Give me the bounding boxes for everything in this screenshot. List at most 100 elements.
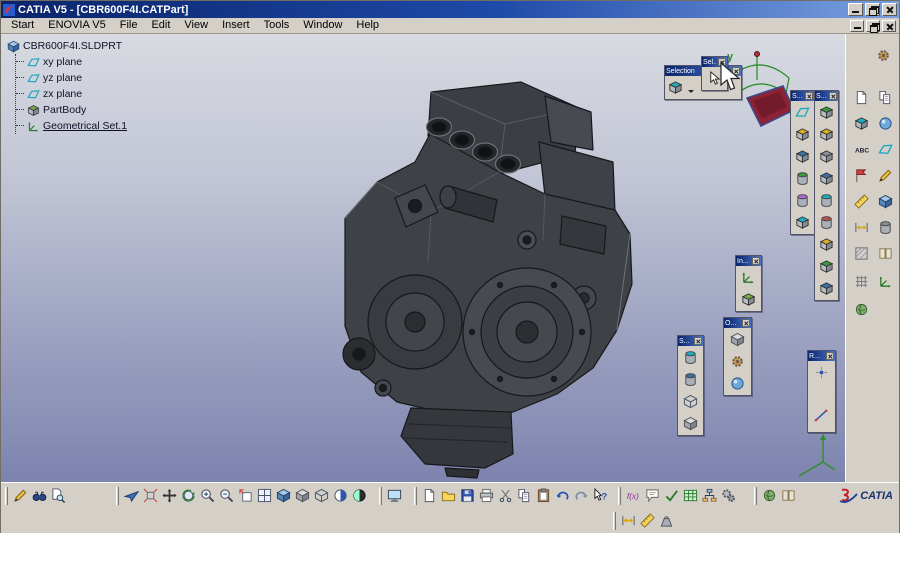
- binoculars-icon[interactable]: [30, 485, 49, 506]
- toolbar-title-bar[interactable]: R...: [808, 351, 835, 361]
- pan-icon[interactable]: [160, 485, 179, 506]
- rotate-icon[interactable]: [179, 485, 198, 506]
- toolbar-title-bar[interactable]: S...: [678, 336, 703, 346]
- apply-material-icon[interactable]: [760, 485, 779, 506]
- gear-icon[interactable]: [872, 44, 894, 66]
- multi-view-icon[interactable]: [255, 485, 274, 506]
- line-icon[interactable]: [812, 405, 831, 426]
- document-close-button[interactable]: [882, 20, 896, 32]
- paste-icon[interactable]: [534, 485, 553, 506]
- cylinder-icon[interactable]: [874, 216, 896, 238]
- toolbar-grip[interactable]: [116, 487, 119, 505]
- tree-item-geometrical-set[interactable]: Geometrical Set.1: [16, 118, 127, 134]
- toolbar-title-bar[interactable]: O...: [724, 318, 751, 328]
- edge-fillet-icon[interactable]: [817, 102, 836, 123]
- copy-icon[interactable]: [515, 485, 534, 506]
- toolbar-title-bar[interactable]: S...: [791, 91, 814, 101]
- iso-cube-icon[interactable]: [874, 190, 896, 212]
- close-icon[interactable]: [742, 319, 750, 327]
- tree-item-yz-plane[interactable]: yz plane: [16, 70, 127, 86]
- close-icon[interactable]: [829, 92, 837, 100]
- menu-help[interactable]: Help: [349, 18, 386, 33]
- ruler-icon[interactable]: [850, 190, 872, 212]
- hide-show-icon[interactable]: [331, 485, 350, 506]
- shaft-icon[interactable]: [793, 168, 812, 189]
- assemble-icon[interactable]: [728, 329, 747, 350]
- tree-item-label[interactable]: zx plane: [43, 88, 82, 100]
- toolbar-reference-elements[interactable]: R...: [807, 350, 836, 433]
- tree-item-label[interactable]: Geometrical Set.1: [43, 120, 127, 132]
- engine-3d-model[interactable]: [299, 70, 644, 482]
- tree-item-partbody[interactable]: PartBody: [16, 102, 127, 118]
- draft-angle-icon[interactable]: [817, 146, 836, 167]
- tree-item-xy-plane[interactable]: xy plane: [16, 54, 127, 70]
- menu-insert[interactable]: Insert: [215, 18, 257, 33]
- shaded-view-icon[interactable]: [293, 485, 312, 506]
- title-bar[interactable]: CATIA V5 - [CBR600F4I.CATPart]: [1, 1, 899, 18]
- swap-visible-space-icon[interactable]: [350, 485, 369, 506]
- mirror-icon[interactable]: [817, 256, 836, 277]
- thickness-icon[interactable]: [817, 190, 836, 211]
- formula-icon[interactable]: f(x): [624, 485, 643, 506]
- rectangular-pattern-icon[interactable]: [817, 234, 836, 255]
- toolbar-sketch-features[interactable]: S...: [790, 90, 815, 235]
- tree-root-label[interactable]: CBR600F4I.SLDPRT: [23, 40, 122, 52]
- grid-icon[interactable]: [850, 270, 872, 292]
- document-minimize-button[interactable]: [850, 20, 864, 32]
- tree-item-label[interactable]: yz plane: [43, 72, 82, 84]
- pocket-icon[interactable]: [793, 146, 812, 167]
- axis-system-icon[interactable]: [874, 270, 896, 292]
- plane-icon[interactable]: [874, 138, 896, 160]
- fly-mode-icon[interactable]: [122, 485, 141, 506]
- copy-icon[interactable]: [874, 86, 896, 108]
- whats-this-icon[interactable]: [591, 485, 610, 506]
- save-icon[interactable]: [458, 485, 477, 506]
- shading-with-edges-icon[interactable]: [681, 369, 700, 390]
- check-analysis-icon[interactable]: [662, 485, 681, 506]
- chevron-down-icon[interactable]: [688, 90, 694, 96]
- toolbar-grip[interactable]: [618, 487, 621, 505]
- close-icon[interactable]: [805, 92, 813, 100]
- sphere-icon[interactable]: [874, 112, 896, 134]
- search-page-icon[interactable]: [49, 485, 68, 506]
- open-icon[interactable]: [439, 485, 458, 506]
- measure-inertia-icon[interactable]: [657, 510, 676, 531]
- tree-item-zx-plane[interactable]: zx plane: [16, 86, 127, 102]
- menu-tools[interactable]: Tools: [257, 18, 297, 33]
- union-icon[interactable]: [728, 351, 747, 372]
- hatch-icon[interactable]: [850, 242, 872, 264]
- menu-file[interactable]: File: [113, 18, 145, 33]
- axis-system-icon[interactable]: [739, 267, 758, 288]
- close-icon[interactable]: [752, 257, 760, 265]
- selection-sets-icon[interactable]: [666, 77, 685, 98]
- menu-view[interactable]: View: [177, 18, 215, 33]
- tree-root[interactable]: CBR600F4I.SLDPRT: [7, 38, 127, 54]
- tree-item-label[interactable]: xy plane: [43, 56, 82, 68]
- chamfer-icon[interactable]: [817, 124, 836, 145]
- cut-icon[interactable]: [496, 485, 515, 506]
- wireframe-icon[interactable]: [681, 391, 700, 412]
- zoom-in-icon[interactable]: [198, 485, 217, 506]
- close-button[interactable]: [882, 3, 897, 16]
- comment-icon[interactable]: [643, 485, 662, 506]
- toolbar-grip[interactable]: [414, 487, 417, 505]
- shell-icon[interactable]: [817, 168, 836, 189]
- thread-icon[interactable]: [817, 212, 836, 233]
- toolbar-view-styles[interactable]: S...: [677, 335, 704, 436]
- annotate-pencil-icon[interactable]: [874, 164, 896, 186]
- menu-edit[interactable]: Edit: [144, 18, 177, 33]
- viewport-3d[interactable]: CBR600F4I.SLDPRT xy plane yz plane zx pl…: [1, 34, 845, 483]
- wireframe-view-icon[interactable]: [312, 485, 331, 506]
- pencil-icon[interactable]: [11, 485, 30, 506]
- surface-icon[interactable]: [850, 112, 872, 134]
- macros-icon[interactable]: [719, 485, 738, 506]
- toolbar-title-bar[interactable]: S...: [815, 91, 838, 101]
- toolbar-grip[interactable]: [379, 487, 382, 505]
- design-table-icon[interactable]: [681, 485, 700, 506]
- catalog-book-icon[interactable]: [874, 242, 896, 264]
- toolbar-grip[interactable]: [5, 487, 8, 505]
- body-icon[interactable]: [739, 289, 758, 310]
- tree-item-label[interactable]: PartBody: [43, 104, 86, 116]
- new-document-icon[interactable]: [420, 485, 439, 506]
- toolbar-grip[interactable]: [754, 487, 757, 505]
